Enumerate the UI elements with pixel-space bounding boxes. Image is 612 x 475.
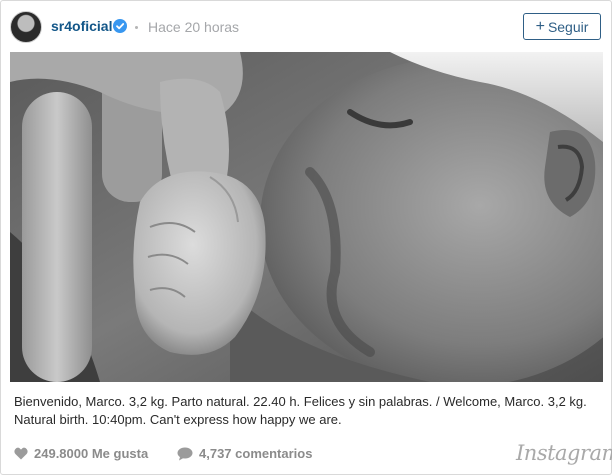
follow-label: Seguir	[547, 18, 589, 35]
username-link[interactable]: sr4oficial	[51, 18, 112, 34]
post-caption: Bienvenido, Marco. 3,2 kg. Parto natural…	[14, 394, 587, 427]
likes-label: 249.8000 Me gusta	[34, 446, 149, 461]
follow-button[interactable]: + Seguir	[523, 13, 601, 40]
avatar[interactable]	[10, 11, 42, 43]
plus-icon: +	[535, 17, 545, 35]
likes-count[interactable]: 249.8000 Me gusta	[14, 446, 148, 461]
post-card: sr4oficial Hace 20 horas + Seguir Bienve…	[0, 0, 612, 475]
photo-image	[10, 52, 603, 382]
heart-icon	[14, 447, 28, 460]
comments-count[interactable]: 4,737 comentarios	[177, 446, 312, 461]
separator-dot	[135, 26, 138, 29]
comment-bubble-icon	[177, 447, 193, 460]
post-footer: 249.8000 Me gusta 4,737 comentarios Inst…	[1, 439, 612, 471]
post-timestamp[interactable]: Hace 20 horas	[148, 19, 239, 35]
instagram-logo[interactable]: Instagram	[516, 441, 612, 465]
post-header: sr4oficial Hace 20 horas + Seguir	[1, 1, 611, 53]
post-photo[interactable]	[10, 52, 603, 382]
comments-label: 4,737 comentarios	[199, 446, 313, 461]
verified-badge-icon	[113, 19, 127, 33]
